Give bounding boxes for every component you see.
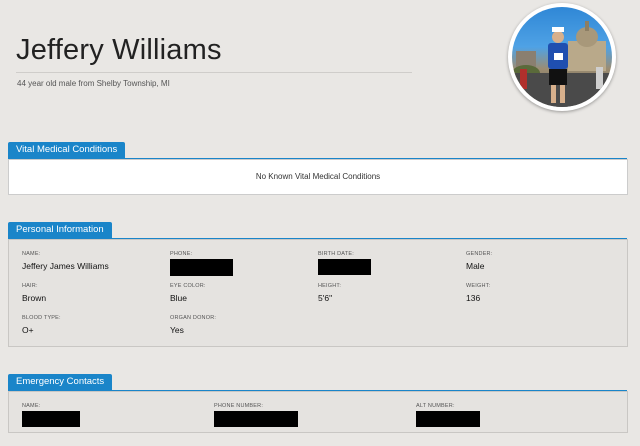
avatar: [508, 3, 616, 111]
vital-conditions-text: No Known Vital Medical Conditions: [255, 172, 381, 181]
field-phone: PHONE:: [170, 251, 192, 257]
profile-subtitle: 44 year old male from Shelby Township, M…: [17, 79, 170, 88]
emergency-section-title: Emergency Contacts: [8, 374, 113, 390]
redacted-contact-alt: [416, 411, 480, 427]
field-label: PHONE:: [170, 251, 193, 257]
field-label: HEIGHT:: [318, 283, 342, 289]
contact-phone-number: PHONE NUMBER:: [214, 403, 263, 409]
field-label: GENDER:: [466, 251, 493, 257]
field-value: Yes: [170, 325, 184, 335]
field-eye-color: EYE COLOR: Blue: [170, 283, 206, 303]
field-value: Male: [466, 261, 485, 271]
redacted-phone: [170, 259, 233, 276]
header-divider: [16, 72, 412, 73]
field-label: NAME:: [22, 251, 41, 257]
field-weight: WEIGHT: 136: [466, 283, 490, 303]
redacted-contact-name: [22, 411, 80, 427]
vital-panel: No Known Vital Medical Conditions: [8, 159, 628, 195]
contact-alt-number: ALT NUMBER:: [416, 403, 455, 409]
runner-profile-photo: [512, 7, 612, 107]
contact-name: NAME:: [22, 403, 40, 409]
field-birth-date: BIRTH DATE:: [318, 251, 354, 257]
field-label: ALT NUMBER:: [416, 403, 455, 409]
field-value: 136: [466, 293, 481, 303]
field-label: NAME:: [22, 403, 41, 409]
field-label: HAIR:: [22, 283, 38, 289]
field-name: NAME: Jeffery James Williams: [22, 251, 109, 271]
field-height: HEIGHT: 5'6": [318, 283, 341, 303]
field-value: Blue: [170, 293, 188, 303]
personal-panel: NAME: Jeffery James Williams PHONE: BIRT…: [8, 239, 628, 347]
vital-section-title: Vital Medical Conditions: [8, 142, 126, 158]
field-gender: GENDER: Male: [466, 251, 492, 271]
field-organ-donor: ORGAN DONOR: Yes: [170, 315, 216, 335]
field-label: ORGAN DONOR:: [170, 315, 217, 321]
field-value: 5'6": [318, 293, 333, 303]
field-label: BLOOD TYPE:: [22, 315, 61, 321]
profile-name: Jeffery Williams: [16, 34, 222, 66]
field-label: WEIGHT:: [466, 283, 491, 289]
field-value: O+: [22, 325, 34, 335]
field-value: Jeffery James Williams: [22, 261, 109, 271]
field-value: Brown: [22, 293, 47, 303]
field-label: BIRTH DATE:: [318, 251, 354, 257]
redacted-contact-phone: [214, 411, 298, 427]
field-hair: HAIR: Brown: [22, 283, 46, 303]
emergency-panel: NAME: PHONE NUMBER: ALT NUMBER:: [8, 391, 628, 433]
field-label: PHONE NUMBER:: [214, 403, 264, 409]
personal-section-title: Personal Information: [8, 222, 112, 238]
redacted-birth-date: [318, 259, 371, 275]
field-blood-type: BLOOD TYPE: O+: [22, 315, 61, 335]
field-label: EYE COLOR:: [170, 283, 206, 289]
